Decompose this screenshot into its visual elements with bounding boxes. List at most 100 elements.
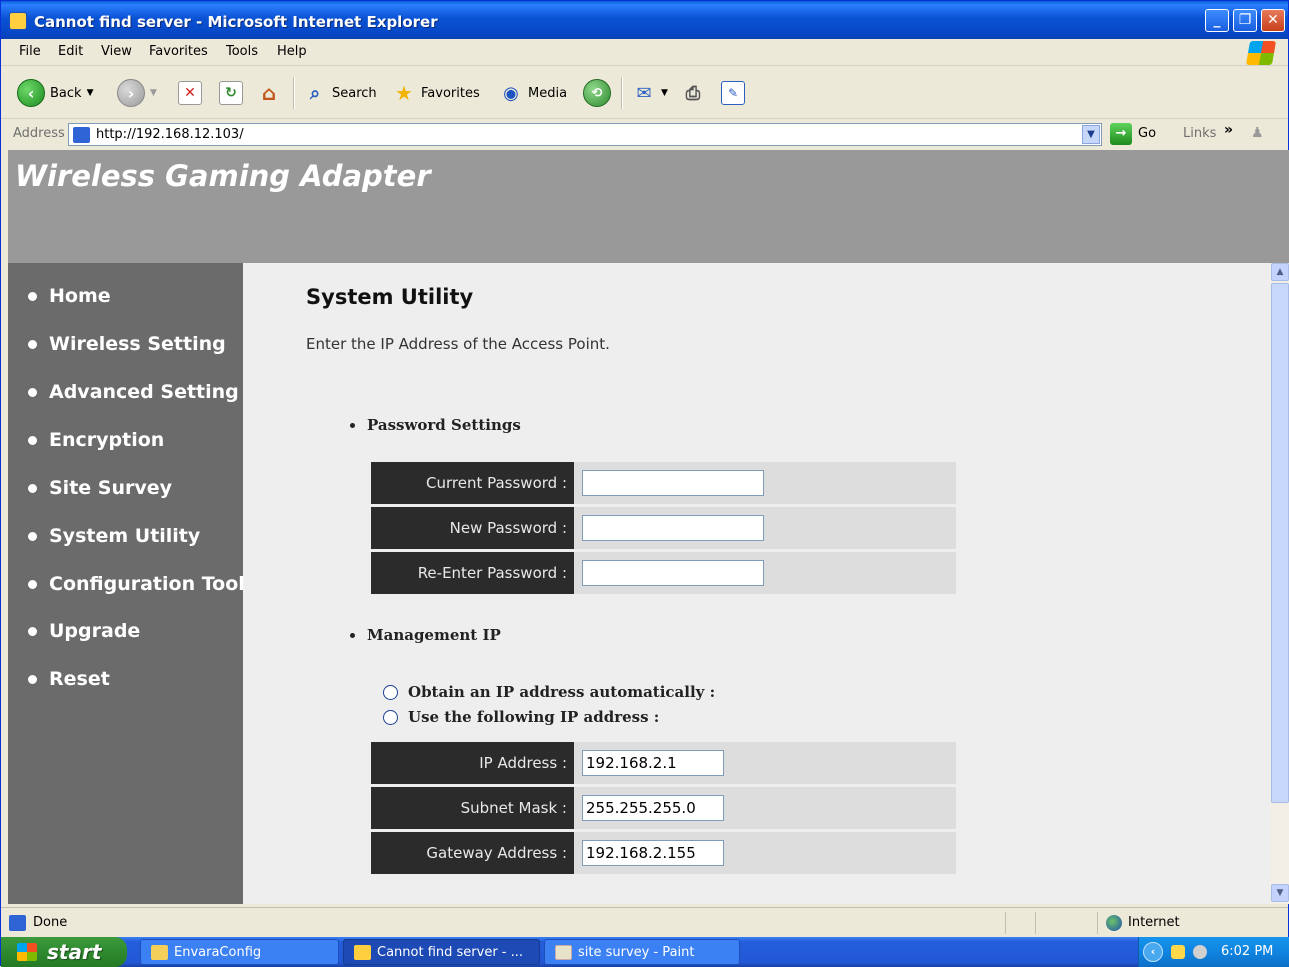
scroll-up-icon[interactable]: ▲ xyxy=(1271,263,1289,281)
ie-window: Cannot find server - Microsoft Internet … xyxy=(0,0,1289,967)
back-button[interactable]: ‹ Back ▼ xyxy=(17,79,93,107)
favorites-button[interactable]: ★ Favorites xyxy=(392,79,480,107)
reenter-password-input[interactable] xyxy=(582,560,764,586)
nav-label: Wireless Setting xyxy=(49,333,226,355)
close-button[interactable]: ✕ xyxy=(1261,9,1285,32)
windows-logo-icon xyxy=(1245,41,1277,65)
current-password-input[interactable] xyxy=(582,470,764,496)
sidebar-item-configuration-tool[interactable]: Configuration Tool xyxy=(28,573,245,595)
media-label: Media xyxy=(528,85,568,101)
links-chevron-icon[interactable]: » xyxy=(1224,122,1233,138)
start-button[interactable]: start xyxy=(1,937,127,967)
folder-icon xyxy=(151,944,168,960)
tray-app-icon[interactable] xyxy=(1171,945,1185,959)
reenter-password-row: Re-Enter Password : xyxy=(371,552,956,594)
nav-label: Upgrade xyxy=(49,620,141,642)
chevron-down-icon: ▼ xyxy=(150,88,157,98)
mail-button[interactable]: ✉ ▼ xyxy=(632,79,667,107)
mail-icon: ✉ xyxy=(636,82,652,104)
new-password-input[interactable] xyxy=(582,515,764,541)
sidebar-item-encryption[interactable]: Encryption xyxy=(28,429,164,451)
title-bar[interactable]: Cannot find server - Microsoft Internet … xyxy=(1,1,1288,39)
stop-button[interactable]: ✕ xyxy=(178,79,202,107)
taskbar-item-paint[interactable]: site survey - Paint xyxy=(544,939,740,965)
menu-view[interactable]: View xyxy=(101,44,132,59)
paint-icon xyxy=(555,944,572,960)
menu-file[interactable]: File xyxy=(19,44,41,59)
radio-button[interactable] xyxy=(383,684,398,700)
taskbar-item-ie[interactable]: Cannot find server - ... xyxy=(343,939,540,965)
address-url[interactable]: http://192.168.12.103/ xyxy=(96,127,244,142)
radio-obtain-ip-auto[interactable]: Obtain an IP address automatically : xyxy=(383,683,715,701)
address-label: Address xyxy=(13,126,65,141)
messenger-icon[interactable]: ♟ xyxy=(1251,125,1264,141)
sidebar-item-home[interactable]: Home xyxy=(28,285,111,307)
menu-edit[interactable]: Edit xyxy=(58,44,83,59)
sidebar-item-system-utility[interactable]: System Utility xyxy=(28,525,200,547)
address-input[interactable]: http://192.168.12.103/ ▼ xyxy=(68,123,1102,146)
gateway-address-input[interactable] xyxy=(582,840,724,866)
links-label[interactable]: Links xyxy=(1183,126,1216,141)
gateway-address-label: Gateway Address : xyxy=(371,832,574,874)
edit-button[interactable]: ✎ xyxy=(721,79,745,107)
sidebar-item-upgrade[interactable]: Upgrade xyxy=(28,620,140,642)
show-hidden-icons-icon[interactable]: ‹ xyxy=(1143,942,1163,962)
scroll-down-icon[interactable]: ▼ xyxy=(1271,884,1289,902)
status-bar: Done Internet xyxy=(1,907,1288,937)
radio-use-static-ip[interactable]: Use the following IP address : xyxy=(383,708,659,726)
network-icon[interactable] xyxy=(1193,945,1207,959)
media-button[interactable]: ◉ Media xyxy=(499,79,567,107)
ip-address-input[interactable] xyxy=(582,750,724,776)
menu-help[interactable]: Help xyxy=(277,44,307,59)
forward-button[interactable]: › ▼ xyxy=(117,79,157,107)
windows-logo-icon xyxy=(17,943,37,961)
star-icon: ★ xyxy=(395,81,413,105)
bullet-icon xyxy=(28,483,37,493)
print-button[interactable]: ⎙ xyxy=(681,79,705,107)
scroll-thumb[interactable] xyxy=(1271,283,1289,803)
minimize-button[interactable]: _ xyxy=(1205,9,1229,32)
sidebar-item-reset[interactable]: Reset xyxy=(28,668,110,690)
status-pane xyxy=(1005,912,1006,934)
subnet-mask-input[interactable] xyxy=(582,795,724,821)
main-content: System Utility Enter the IP Address of t… xyxy=(243,263,1270,904)
radio-button[interactable] xyxy=(383,709,398,725)
menu-tools[interactable]: Tools xyxy=(226,44,258,59)
radio-label: Use the following IP address : xyxy=(408,708,660,726)
reenter-password-label: Re-Enter Password : xyxy=(371,552,574,594)
home-button[interactable]: ⌂ xyxy=(257,79,281,107)
media-icon: ◉ xyxy=(503,82,519,104)
brand-title: Wireless Gaming Adapter xyxy=(15,159,431,193)
taskbar-item-envaraconfig[interactable]: EnvaraConfig xyxy=(140,939,339,965)
go-button[interactable]: Go xyxy=(1138,126,1156,141)
edit-page-icon: ✎ xyxy=(721,81,745,105)
task-label: EnvaraConfig xyxy=(174,944,262,960)
sidebar-item-advanced-setting[interactable]: Advanced Setting xyxy=(28,381,239,403)
search-button[interactable]: ⌕ Search xyxy=(303,79,377,107)
bullet-icon xyxy=(350,422,355,428)
menu-favorites[interactable]: Favorites xyxy=(149,44,208,59)
history-button[interactable]: ⟲ xyxy=(583,79,611,107)
taskbar: start EnvaraConfig Cannot find server - … xyxy=(1,937,1289,967)
vertical-scrollbar[interactable]: ▲ ▼ xyxy=(1270,263,1289,904)
sidebar-item-site-survey[interactable]: Site Survey xyxy=(28,477,172,499)
page-description: Enter the IP Address of the Access Point… xyxy=(306,335,610,353)
web-page: Wireless Gaming Adapter Home Wireless Se… xyxy=(8,150,1289,904)
menu-bar: File Edit View Favorites Tools Help xyxy=(1,39,1288,66)
nav-label: Reset xyxy=(49,668,110,690)
page-banner: Wireless Gaming Adapter xyxy=(8,150,1289,263)
bullet-icon xyxy=(28,579,37,589)
restore-button[interactable]: ❐ xyxy=(1233,9,1257,32)
toolbar-separator xyxy=(621,77,623,109)
search-icon: ⌕ xyxy=(309,82,321,104)
go-arrow-icon[interactable]: → xyxy=(1110,123,1132,145)
section-label: Password Settings xyxy=(367,416,521,434)
refresh-button[interactable]: ↻ xyxy=(219,79,243,107)
print-icon: ⎙ xyxy=(685,82,701,104)
nav-label: Site Survey xyxy=(49,477,173,499)
back-label: Back xyxy=(50,85,82,101)
radio-label: Obtain an IP address automatically : xyxy=(408,683,716,701)
address-dropdown-icon[interactable]: ▼ xyxy=(1082,125,1100,144)
sidebar-item-wireless-setting[interactable]: Wireless Setting xyxy=(28,333,226,355)
bullet-icon xyxy=(350,632,355,638)
